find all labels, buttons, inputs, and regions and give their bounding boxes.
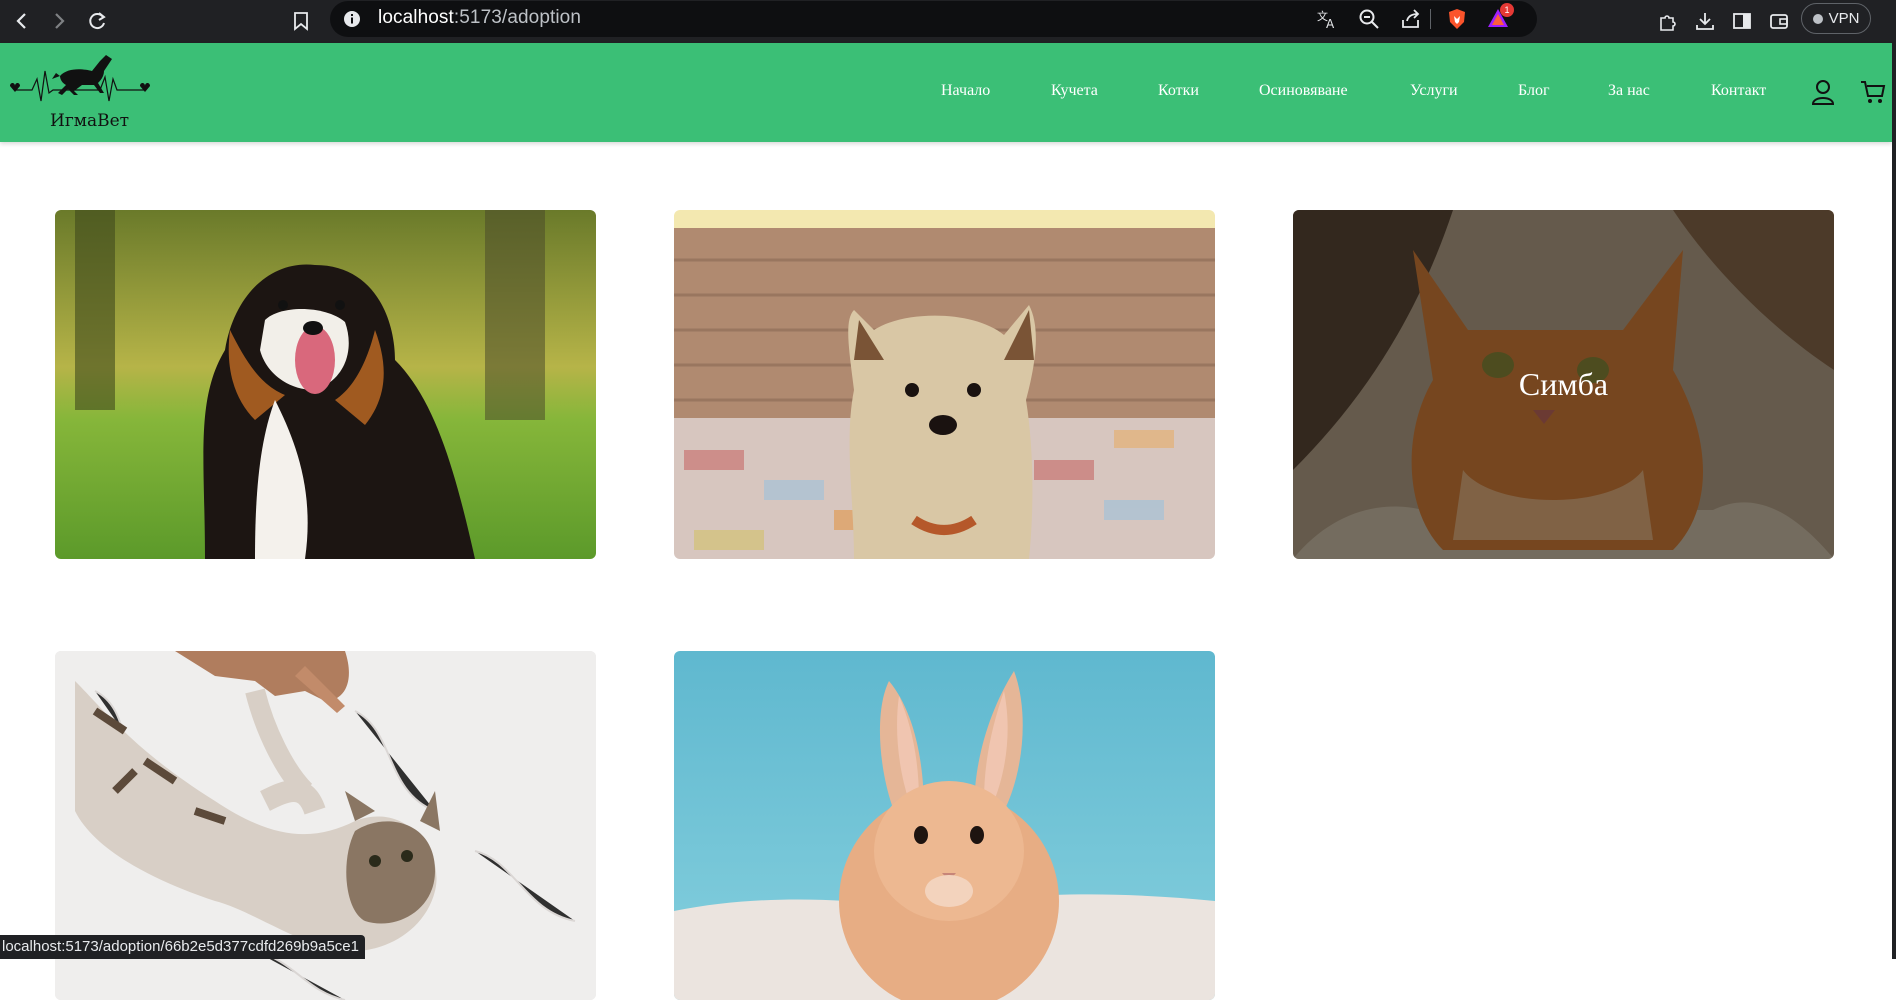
address-bar[interactable]: localhost:5173/adoption 文A xyxy=(330,1,1537,37)
back-arrow-icon xyxy=(16,13,26,29)
adoption-card[interactable] xyxy=(674,651,1215,1000)
nav-home[interactable]: Начало xyxy=(941,82,990,100)
forward-arrow-icon xyxy=(55,13,65,29)
toolbar-divider xyxy=(1430,9,1431,29)
vpn-label: VPN xyxy=(1828,10,1860,27)
url-host: localhost xyxy=(378,7,454,28)
translate-icon[interactable]: 文A xyxy=(1315,7,1339,31)
card-caption xyxy=(674,210,1215,559)
window-edge xyxy=(1892,43,1896,959)
nav-blog[interactable]: Блог xyxy=(1518,82,1550,100)
sidebar-icon xyxy=(1733,13,1751,29)
nav-contact[interactable]: Контакт xyxy=(1711,82,1766,100)
reload-button[interactable] xyxy=(84,8,110,34)
bookmark-button[interactable] xyxy=(288,8,314,34)
wallet-icon xyxy=(1770,14,1788,29)
cart-icon[interactable] xyxy=(1858,77,1888,107)
card-caption: Симба xyxy=(1518,366,1609,402)
browser-toolbar: localhost:5173/adoption 文A 1 VPN xyxy=(0,0,1896,43)
vpn-status-icon xyxy=(1812,13,1823,24)
nav-dogs[interactable]: Кучета xyxy=(1051,82,1098,100)
adoption-card[interactable] xyxy=(55,210,596,559)
wallet-button[interactable] xyxy=(1766,8,1792,34)
share-icon[interactable] xyxy=(1399,7,1423,31)
card-caption xyxy=(674,651,1215,1000)
rewards-badge: 1 xyxy=(1500,3,1514,17)
adoption-card[interactable] xyxy=(674,210,1215,559)
sidebar-button[interactable] xyxy=(1729,8,1755,34)
reload-icon xyxy=(89,12,106,30)
url-text[interactable]: localhost:5173/adoption xyxy=(378,7,581,29)
site-info-icon[interactable] xyxy=(340,7,364,31)
forward-button[interactable] xyxy=(46,8,72,34)
vpn-button[interactable]: VPN xyxy=(1801,3,1871,34)
download-icon xyxy=(1696,13,1714,30)
main-nav: Начало Кучета Котки Осиновяване Услуги Б… xyxy=(0,43,1892,142)
nav-services[interactable]: Услуги xyxy=(1410,82,1458,100)
puzzle-icon xyxy=(1660,15,1676,31)
url-path: :5173/adoption xyxy=(453,7,582,28)
bookmark-icon xyxy=(294,12,308,31)
brave-rewards-icon[interactable]: 1 xyxy=(1486,3,1514,32)
zoom-out-icon[interactable] xyxy=(1357,7,1381,31)
nav-about[interactable]: За нас xyxy=(1608,82,1650,100)
link-status-bubble: localhost:5173/adoption/66b2e5d377cdfd26… xyxy=(0,935,365,959)
nav-cats[interactable]: Котки xyxy=(1158,82,1199,100)
adoption-card[interactable]: Симба xyxy=(1293,210,1834,559)
downloads-button[interactable] xyxy=(1692,8,1718,34)
site-header: ИгмаВет Начало Кучета Котки Осиновяване … xyxy=(0,43,1892,142)
svg-text:A: A xyxy=(1326,17,1335,30)
nav-adoption[interactable]: Осиновяване xyxy=(1259,82,1348,100)
card-caption xyxy=(55,210,596,559)
user-icon[interactable] xyxy=(1808,77,1838,107)
brave-shields-icon[interactable] xyxy=(1447,8,1467,30)
back-button[interactable] xyxy=(9,8,35,34)
extensions-button[interactable] xyxy=(1655,8,1681,34)
